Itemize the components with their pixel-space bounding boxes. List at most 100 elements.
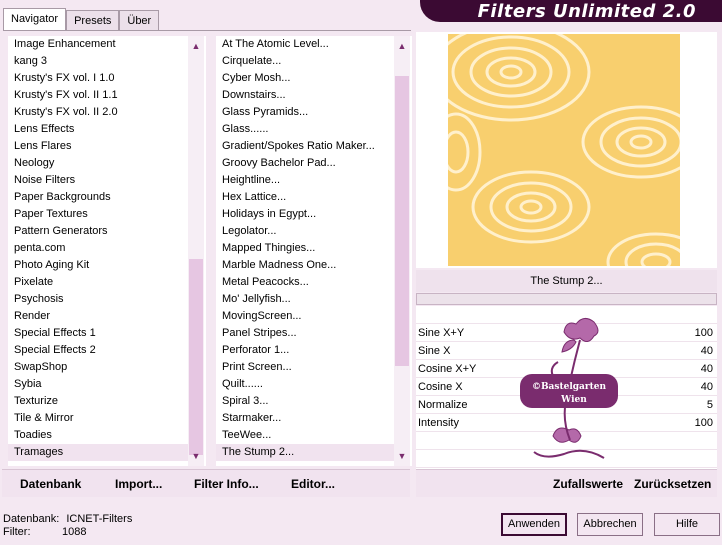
filter-item[interactable]: MovingScreen... — [216, 308, 394, 325]
filter-item[interactable]: Mo' Jellyfish... — [216, 291, 394, 308]
scroll-down-icon[interactable]: ▼ — [188, 448, 204, 464]
filter-item[interactable]: Cyber Mosh... — [216, 70, 394, 87]
category-item[interactable]: Pixelate — [8, 274, 188, 291]
category-item[interactable]: SwapShop — [8, 359, 188, 376]
filter-item[interactable]: Spiral 3... — [216, 393, 394, 410]
random-values-button[interactable]: Zufallswerte — [553, 477, 623, 491]
category-item[interactable]: Pattern Generators — [8, 223, 188, 240]
editor-button[interactable]: Editor... — [291, 477, 335, 491]
category-panel: Image Enhancement kang 3 Krusty's FX vol. … — [8, 36, 206, 466]
category-item[interactable]: Photo Aging Kit — [8, 257, 188, 274]
param-name: Sine X — [418, 345, 451, 357]
param-value[interactable]: 40 — [701, 381, 713, 393]
category-item[interactable]: Krusty's FX vol. I 1.0 — [8, 70, 188, 87]
status-filter-value: 1088 — [62, 526, 87, 538]
category-item[interactable]: Krusty's FX vol. II 1.1 — [8, 87, 188, 104]
category-item[interactable]: Toadies — [8, 427, 188, 444]
filter-item[interactable]: Downstairs... — [216, 87, 394, 104]
scroll-up-icon[interactable]: ▲ — [394, 38, 410, 54]
category-item[interactable]: Lens Effects — [8, 121, 188, 138]
filter-item[interactable]: Glass...... — [216, 121, 394, 138]
tab-divider — [3, 30, 411, 31]
category-item[interactable]: Texturize — [8, 393, 188, 410]
progress-bar — [416, 293, 717, 305]
import-button[interactable]: Import... — [115, 477, 162, 491]
category-item[interactable]: penta.com — [8, 240, 188, 257]
filter-item[interactable]: Heightline... — [216, 172, 394, 189]
filter-item[interactable]: Holidays in Egypt... — [216, 206, 394, 223]
category-item[interactable]: Tramages — [8, 444, 188, 461]
scroll-thumb[interactable] — [395, 76, 409, 366]
watermark-line-1: ©Bastelgarten — [532, 382, 607, 392]
tab-bar: Navigator Presets Über — [3, 8, 160, 30]
status-database: Datenbank: ICNET-Filters — [3, 513, 132, 525]
cancel-button[interactable]: Abbrechen — [577, 513, 643, 536]
category-item[interactable]: Lens Flares — [8, 138, 188, 155]
param-name: Cosine X+Y — [418, 363, 477, 375]
status-filter-label: Filter: — [3, 526, 31, 538]
reset-button[interactable]: Zurücksetzen — [634, 477, 711, 491]
status-db-label: Datenbank: — [3, 513, 60, 525]
preview-frame — [416, 32, 717, 268]
apply-button[interactable]: Anwenden — [501, 513, 567, 536]
filter-item[interactable]: Panel Stripes... — [216, 325, 394, 342]
category-item[interactable]: Noise Filters — [8, 172, 188, 189]
tab-navigator[interactable]: Navigator — [3, 8, 67, 30]
filter-item[interactable]: Groovy Bachelor Pad... — [216, 155, 394, 172]
param-name: Normalize — [418, 399, 468, 411]
category-item[interactable]: Paper Backgrounds — [8, 189, 188, 206]
filter-item[interactable]: Mapped Thingies... — [216, 240, 394, 257]
filter-item[interactable]: Quilt...... — [216, 376, 394, 393]
preview-image — [448, 34, 680, 266]
filter-item[interactable]: Marble Madness One... — [216, 257, 394, 274]
category-item[interactable]: Krusty's FX vol. II 2.0 — [8, 104, 188, 121]
param-name: Sine X+Y — [418, 327, 465, 339]
database-button[interactable]: Datenbank — [20, 477, 81, 491]
filter-item[interactable]: Starmaker... — [216, 410, 394, 427]
category-item[interactable]: Paper Textures — [8, 206, 188, 223]
watermark-line-2: Wien — [560, 395, 587, 405]
param-value[interactable]: 100 — [695, 327, 713, 339]
category-list[interactable]: Image Enhancement kang 3 Krusty's FX vol. … — [8, 36, 188, 466]
list-toolbar: Datenbank Import... Filter Info... Edito… — [2, 469, 410, 497]
help-button[interactable]: Hilfe — [654, 513, 720, 536]
tab-presets[interactable]: Presets — [66, 10, 120, 30]
brand-header: Filters Unlimited 2.0 — [420, 0, 722, 22]
category-item[interactable]: Special Effects 2 — [8, 342, 188, 359]
tab-about[interactable]: Über — [119, 10, 160, 30]
filter-item[interactable]: Legolator... — [216, 223, 394, 240]
category-scrollbar[interactable]: ▲ ▼ — [188, 36, 204, 466]
scroll-up-icon[interactable]: ▲ — [188, 38, 204, 54]
category-item[interactable]: kang 3 — [8, 53, 188, 70]
filter-item[interactable]: Print Screen... — [216, 359, 394, 376]
param-value[interactable]: 40 — [701, 345, 713, 357]
filter-item[interactable]: Metal Peacocks... — [216, 274, 394, 291]
filter-item[interactable]: Glass Pyramids... — [216, 104, 394, 121]
category-item[interactable]: Render — [8, 308, 188, 325]
param-value[interactable]: 5 — [707, 399, 713, 411]
filter-info-button[interactable]: Filter Info... — [194, 477, 259, 491]
brand-title: Filters Unlimited 2.0 — [477, 1, 696, 22]
filter-item[interactable]: TeeWee... — [216, 427, 394, 444]
filter-item[interactable]: At The Atomic Level... — [216, 36, 394, 53]
param-name: Cosine X — [418, 381, 463, 393]
category-item[interactable]: Image Enhancement — [8, 36, 188, 53]
category-item[interactable]: Special Effects 1 — [8, 325, 188, 342]
filter-item[interactable]: Cirquelate... — [216, 53, 394, 70]
category-item[interactable]: Neology — [8, 155, 188, 172]
filter-item[interactable]: Gradient/Spokes Ratio Maker... — [216, 138, 394, 155]
category-item[interactable]: Psychosis — [8, 291, 188, 308]
param-value[interactable]: 40 — [701, 363, 713, 375]
filter-item[interactable]: Hex Lattice... — [216, 189, 394, 206]
category-item[interactable]: Tile & Mirror — [8, 410, 188, 427]
filter-list[interactable]: At The Atomic Level... Cirquelate... Cyber… — [216, 36, 394, 466]
filter-scrollbar[interactable]: ▲ ▼ — [394, 36, 410, 466]
filter-item[interactable]: Perforator 1... — [216, 342, 394, 359]
category-item[interactable]: Sybia — [8, 376, 188, 393]
scroll-thumb[interactable] — [189, 259, 203, 455]
scroll-down-icon[interactable]: ▼ — [394, 448, 410, 464]
param-value[interactable]: 100 — [695, 417, 713, 429]
watermark-logo: ©Bastelgarten Wien — [520, 318, 618, 459]
filter-item[interactable]: The Stump 2... — [216, 444, 394, 461]
filter-panel: At The Atomic Level... Cirquelate... Cyber… — [216, 36, 412, 466]
